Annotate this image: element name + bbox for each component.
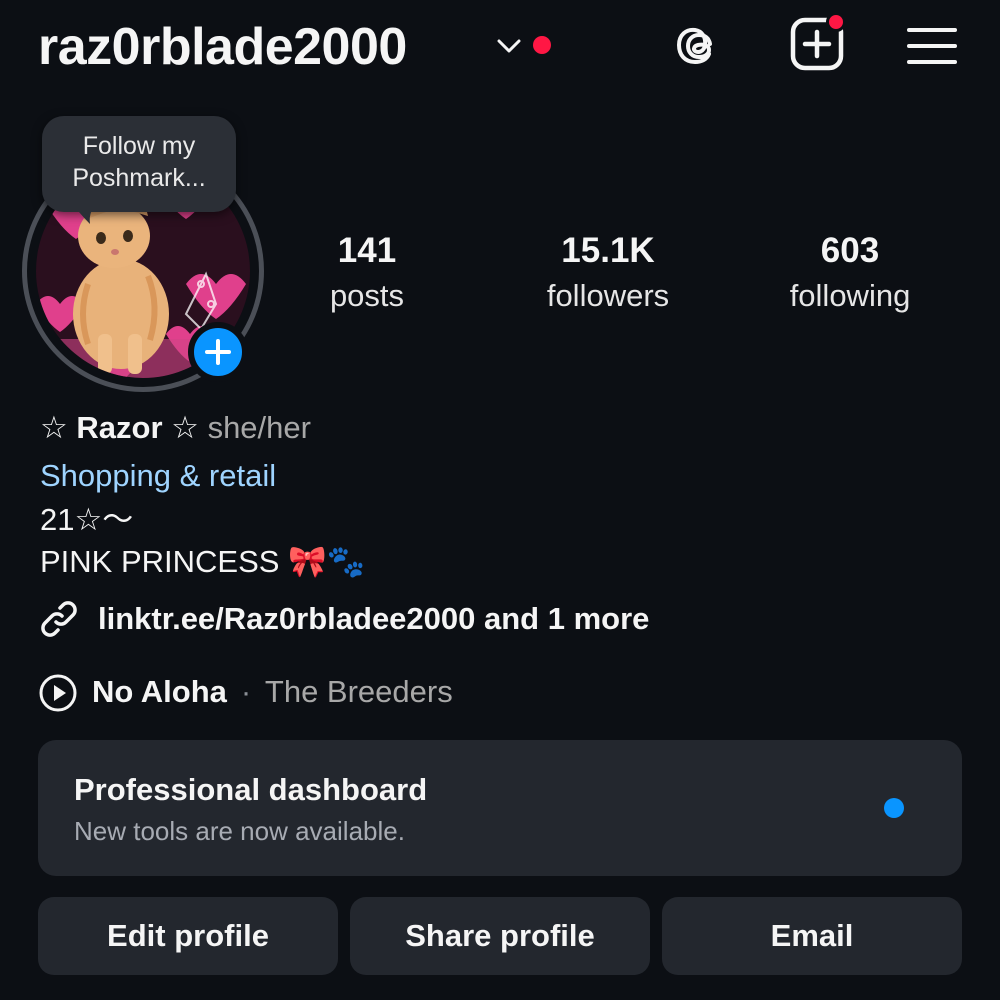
play-icon[interactable] xyxy=(38,673,78,713)
chevron-down-icon[interactable] xyxy=(496,36,522,56)
stat-followers[interactable]: 15.1K followers xyxy=(508,228,708,318)
account-switcher-username[interactable]: raz0rblade2000 xyxy=(38,12,407,82)
plus-icon xyxy=(205,339,231,365)
profile-page: raz0rblade2000 Follow my Poshmark... 141… xyxy=(0,0,1000,1000)
link-icon xyxy=(41,601,77,637)
category-label[interactable]: Shopping & retail xyxy=(40,454,276,498)
stat-following-label: following xyxy=(789,278,911,313)
dashboard-title: Professional dashboard xyxy=(74,772,428,807)
music-artist: The Breeders xyxy=(264,674,453,709)
stat-following[interactable]: 603 following xyxy=(750,228,950,318)
menu-icon[interactable] xyxy=(906,26,958,66)
threads-icon[interactable] xyxy=(672,18,728,74)
email-button[interactable]: Email xyxy=(662,897,962,975)
stat-posts-label: posts xyxy=(329,278,405,313)
dashboard-new-dot xyxy=(884,798,904,818)
profile-header: raz0rblade2000 xyxy=(0,0,1000,95)
stat-posts-value: 141 xyxy=(337,231,397,270)
profile-name-line: ☆ Razor ☆ she/her xyxy=(40,406,311,450)
dashboard-subtitle: New tools are now available. xyxy=(74,816,405,846)
bio-line: PINK PRINCESS 🎀🐾 xyxy=(40,544,366,579)
professional-dashboard-card[interactable]: Professional dashboard New tools are now… xyxy=(38,740,962,876)
stat-followers-value: 15.1K xyxy=(561,231,655,270)
pronouns: she/her xyxy=(207,410,311,445)
add-story-button[interactable] xyxy=(188,322,248,382)
music-separator: · xyxy=(240,674,252,709)
account-notification-dot xyxy=(533,36,551,54)
share-profile-button[interactable]: Share profile xyxy=(350,897,650,975)
edit-profile-button[interactable]: Edit profile xyxy=(38,897,338,975)
display-name: ☆ Razor ☆ xyxy=(40,410,199,445)
stat-followers-label: followers xyxy=(546,278,670,313)
create-notification-dot xyxy=(826,12,846,32)
stat-following-value: 603 xyxy=(820,231,880,270)
stat-posts[interactable]: 141 posts xyxy=(267,228,467,318)
bio-link[interactable]: linktr.ee/Raz0rbladee2000 and 1 more xyxy=(98,596,649,642)
music-title: No Aloha xyxy=(92,674,227,709)
bio-line: 21☆〜 xyxy=(40,502,134,537)
profile-note-text: Follow my Poshmark... xyxy=(72,132,206,192)
note-bubble-tail xyxy=(70,200,100,224)
